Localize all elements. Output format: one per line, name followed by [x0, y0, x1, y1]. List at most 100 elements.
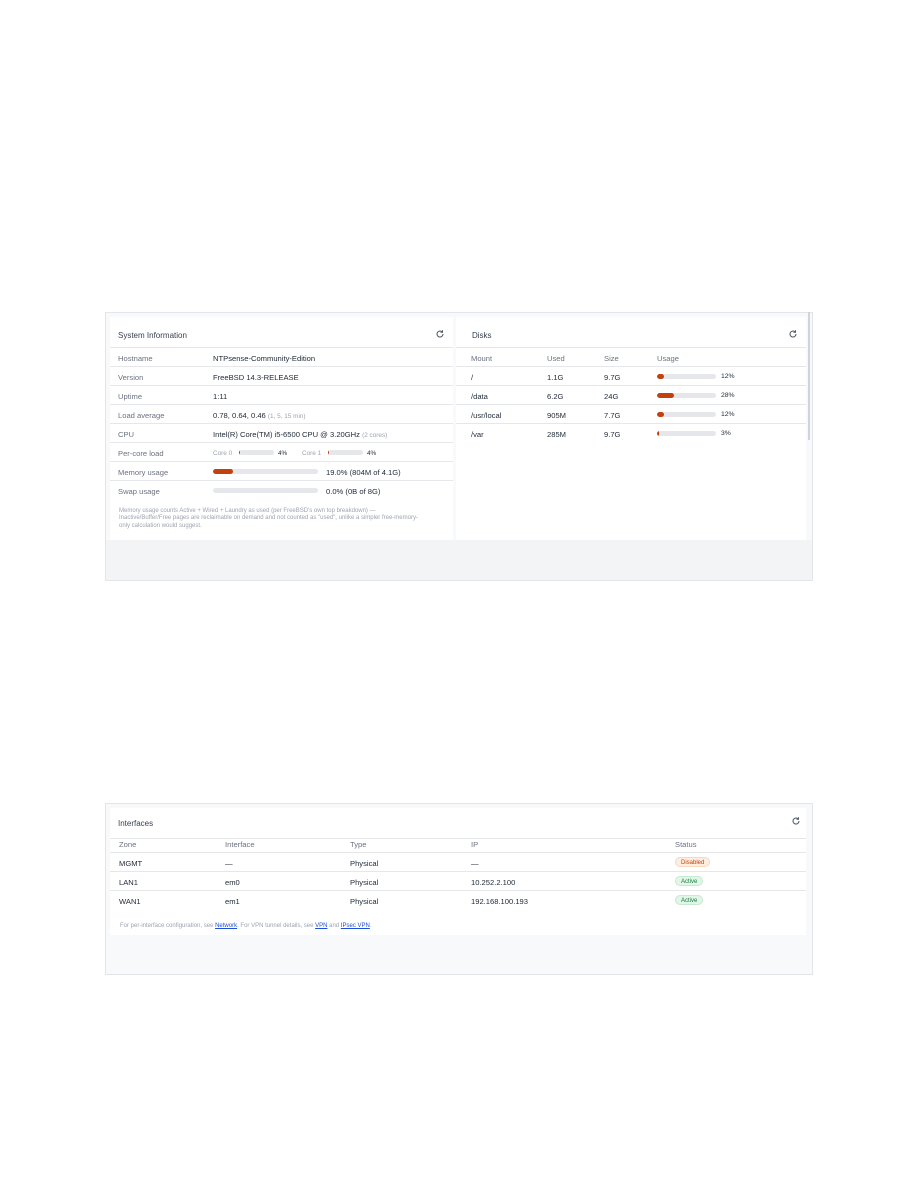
- dashboard-panel-bottom: Interfaces Zone Interface Type IP Status…: [105, 803, 813, 975]
- disk-used: 905M: [547, 411, 566, 420]
- interface-type: Physical: [350, 859, 379, 868]
- disk-usage-bar: [657, 393, 716, 398]
- interfaces-card: Interfaces Zone Interface Type IP Status…: [110, 808, 806, 935]
- interface-zone: MGMT: [119, 859, 143, 868]
- note-line: Inactive/Buffer/Free pages are reclaimab…: [119, 515, 418, 522]
- disk-usage-percent: 28%: [721, 392, 735, 399]
- interface-row: MGMT — Physical — Disabled: [110, 853, 806, 872]
- disk-used: 285M: [547, 430, 566, 439]
- card-title: Interfaces: [118, 819, 154, 828]
- info-label: Per-core load: [118, 449, 164, 458]
- disks-table-header: Mount Used Size Usage: [456, 348, 806, 367]
- interface-type: Physical: [350, 878, 379, 887]
- disk-usage-percent: 12%: [721, 411, 735, 418]
- disk-usage-percent: 3%: [721, 430, 731, 437]
- info-label: Swap usage: [118, 487, 160, 496]
- swap-usage-bar: [213, 488, 318, 493]
- interface-zone: WAN1: [119, 897, 141, 906]
- interfaces-table-header: Zone Interface Type IP Status: [110, 834, 806, 853]
- disk-usage-fill: [657, 374, 665, 379]
- info-row-swap-usage: Swap usage 0.0% (0B of 8G): [110, 481, 453, 500]
- cpu-value: Intel(R) Core(TM) i5-6500 CPU @ 3.20GHz …: [213, 430, 387, 439]
- disk-size: 7.7G: [604, 411, 621, 420]
- column-header-interface: Interface: [225, 840, 255, 849]
- info-label: Uptime: [118, 392, 143, 401]
- note-line: only calculation would suggest.: [119, 522, 202, 529]
- status-badge: Active: [675, 876, 704, 886]
- footer-text: . For VPN tunnel details, see: [237, 923, 316, 929]
- load-average-value: 0.78, 0.64, 0.46 (1, 5, 15 min): [213, 411, 306, 420]
- swap-usage-value: 0.0% (0B of 8G): [326, 487, 381, 496]
- disk-usage-fill: [657, 412, 665, 417]
- info-label: Memory usage: [118, 468, 169, 477]
- disks-card: Disks Mount Used Size Usage / 1.1G 9.7G 12%…: [456, 317, 806, 540]
- disk-used: 1.1G: [547, 373, 564, 382]
- disk-used: 6.2G: [547, 392, 564, 401]
- ipsec-vpn-link[interactable]: IPsec VPN: [341, 923, 370, 929]
- column-header-mount: Mount: [471, 354, 493, 363]
- interface-name: —: [225, 859, 233, 868]
- info-row-load-average: Load average 0.78, 0.64, 0.46 (1, 5, 15 …: [110, 405, 453, 424]
- info-label: Version: [118, 373, 144, 382]
- column-header-zone: Zone: [119, 840, 137, 849]
- core-1-load-bar: [328, 450, 363, 455]
- version-value: FreeBSD 14.3-RELEASE: [213, 373, 299, 382]
- info-row-hostname: Hostname NTPsense-Community-Edition: [110, 348, 453, 367]
- interface-name: em1: [225, 897, 240, 906]
- disk-mount: /data: [471, 392, 488, 401]
- info-row-version: Version FreeBSD 14.3-RELEASE: [110, 367, 453, 386]
- interface-row: LAN1 em0 Physical 10.252.2.100 Active: [110, 872, 806, 891]
- disk-mount: /usr/local: [471, 411, 502, 420]
- disk-row: /data 6.2G 24G 28%: [456, 386, 806, 405]
- cpu-cores-hint: (2 cores): [362, 432, 388, 439]
- info-row-per-core-load: Per-core load Core 0 4% Core 1 4%: [110, 443, 453, 462]
- info-row-cpu: CPU Intel(R) Core(TM) i5-6500 CPU @ 3.20…: [110, 424, 453, 443]
- interface-zone: LAN1: [119, 878, 138, 887]
- interface-type: Physical: [350, 897, 379, 906]
- disks-scrollbar[interactable]: [808, 312, 810, 440]
- memory-usage-value: 19.0% (804M of 4.1G): [326, 468, 401, 477]
- info-label: Load average: [118, 411, 165, 420]
- dashboard-panel-top: System Information Hostname NTPsense-Com…: [105, 312, 813, 581]
- disk-usage-fill: [657, 393, 674, 398]
- system-information-card: System Information Hostname NTPsense-Com…: [110, 317, 453, 540]
- footer-text: and: [327, 923, 341, 929]
- network-link[interactable]: Network: [215, 923, 237, 929]
- hostname-value: NTPsense-Community-Edition: [213, 354, 316, 363]
- disk-size: 9.7G: [604, 430, 621, 439]
- column-header-ip: IP: [471, 840, 479, 849]
- refresh-icon[interactable]: [435, 329, 445, 339]
- column-header-used: Used: [547, 354, 565, 363]
- refresh-icon[interactable]: [788, 329, 798, 339]
- info-label: Hostname: [118, 354, 153, 363]
- status-badge: Disabled: [675, 857, 711, 867]
- column-header-type: Type: [350, 840, 367, 849]
- vpn-link[interactable]: VPN: [315, 923, 327, 929]
- load-values: 0.78, 0.64, 0.46: [213, 411, 266, 420]
- core-0-label: Core 0: [213, 449, 233, 457]
- disk-usage-bar: [657, 412, 716, 417]
- disk-size: 24G: [604, 392, 619, 401]
- core-0-load-bar: [239, 450, 274, 455]
- info-row-memory-usage: Memory usage 19.0% (804M of 4.1G): [110, 462, 453, 481]
- footer-text: .: [369, 923, 372, 929]
- panel-footer-area: [106, 540, 812, 580]
- disk-mount: /var: [471, 430, 484, 439]
- core-1-load-fill: [328, 450, 330, 455]
- column-header-status: Status: [675, 840, 697, 849]
- interface-name: em0: [225, 878, 240, 887]
- cpu-model: Intel(R) Core(TM) i5-6500 CPU @ 3.20GHz: [213, 430, 360, 439]
- core-1-percent: 4%: [367, 449, 377, 457]
- disk-size: 9.7G: [604, 373, 621, 382]
- card-title: System Information: [118, 331, 187, 340]
- disk-usage-percent: 12%: [721, 373, 735, 380]
- column-header-usage: Usage: [657, 354, 679, 363]
- core-0-load-fill: [239, 450, 241, 455]
- note-line: Memory usage counts Active + Wired + Lau…: [119, 508, 376, 514]
- refresh-icon[interactable]: [791, 816, 801, 826]
- interface-ip: 192.168.100.193: [471, 897, 529, 906]
- memory-usage-note: Memory usage counts Active + Wired + Lau…: [119, 508, 449, 530]
- column-header-size: Size: [604, 354, 619, 363]
- uptime-value: 1:11: [213, 392, 228, 401]
- interfaces-footer-note: For per-interface configuration, see Net…: [120, 923, 372, 930]
